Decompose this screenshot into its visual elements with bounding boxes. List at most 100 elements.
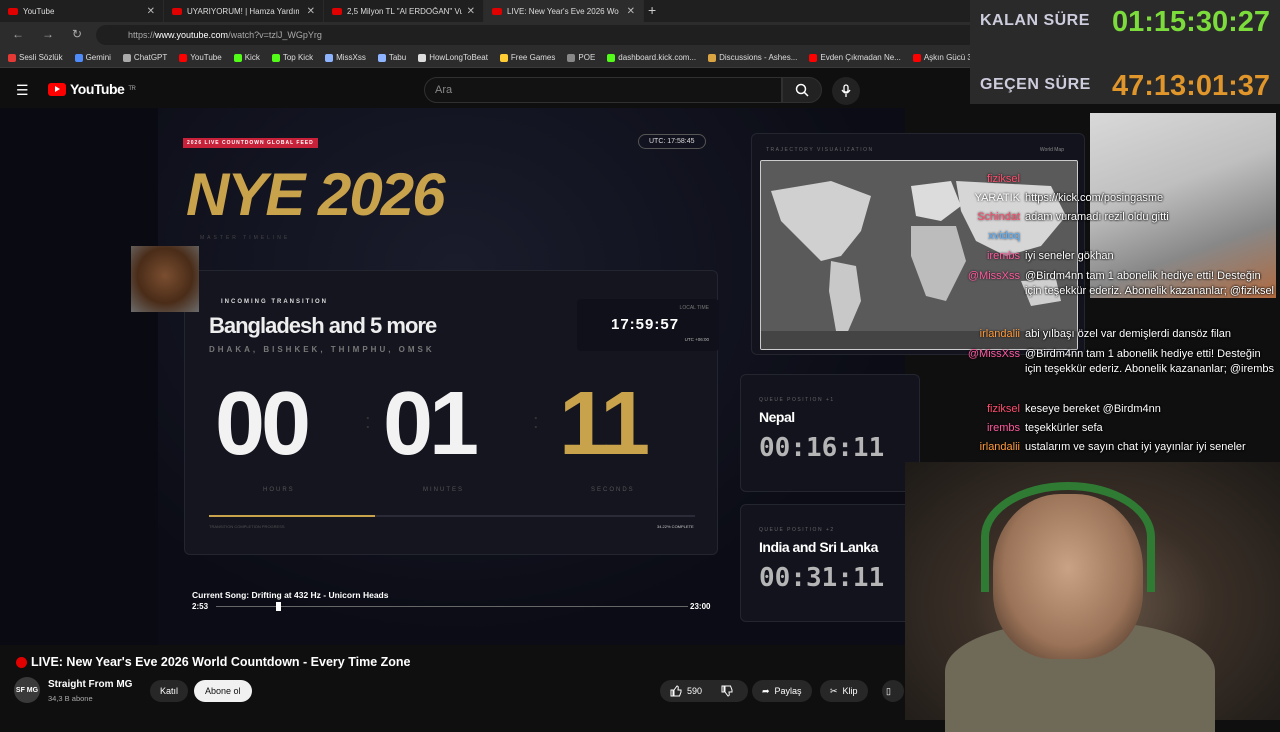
bookmark-favicon-icon [499,53,508,62]
bookmark-item[interactable]: HowLongToBeat [418,53,488,62]
chat-username: irlandalii [979,328,1020,340]
bookmark-label: dashboard.kick.com... [618,53,697,62]
queue-time: 00:31:11 [759,563,885,593]
transition-progress-bar [209,515,695,517]
queue-panel: QUEUE POSITION +2 India and Sri Lanka 00… [740,504,920,622]
bookmark-item[interactable]: Sesli Sözlük [8,53,63,62]
bookmark-label: Kick [244,53,260,62]
share-icon: ➦ [762,685,770,696]
tab-label: UYARIYORUM! | Hamza Yardımcıoğ [187,6,299,16]
channel-name[interactable]: Straight From MG [48,679,132,690]
city-list: DHAKA, BISHKEK, THIMPHU, OMSK [209,345,435,354]
song-elapsed: 2:53 [192,602,209,611]
bookmark-item[interactable]: ChatGPT [122,53,168,62]
chat-text: keseye bereket @Birdm4nn [1025,403,1161,415]
bookmark-favicon-icon [708,53,717,62]
transition-progress-fill [209,515,376,517]
back-arrow-icon[interactable]: ← [12,27,24,41]
browser-tab[interactable]: UYARIYORUM! | Hamza Yardımcıoğ ✕ [164,0,324,22]
like-count: 590 [687,686,703,696]
bookmark-item[interactable]: Gemini [74,53,111,62]
queue-panel: QUEUE POSITION +1 Nepal 00:16:11 [740,374,920,492]
countdown-panel: INCOMING TRANSITION Bangladesh and 5 mor… [184,270,719,555]
remaining-label: KALAN SÜRE [980,12,1090,29]
youtube-favicon-icon [172,7,182,15]
bookmark-favicon-icon [74,53,83,62]
search-input[interactable]: Ara [424,77,782,103]
chat-overlay: fiziksel YARATIK https://kick.com/posingas… [958,172,1278,462]
save-button[interactable]: ▯ [882,680,904,702]
voice-search-button[interactable] [832,77,860,105]
close-tab-icon[interactable]: ✕ [627,6,635,17]
tab-label: 2,5 Milyon TL "Al ERDOĞAN" Vu [347,6,462,16]
song-total: 23:00 [690,602,711,611]
chat-text: ustalarım ve sayın chat iyi yayınlar iyi… [1025,441,1246,453]
bookmark-label: Gemini [85,53,111,62]
reload-icon[interactable]: ↻ [72,27,82,41]
bookmark-favicon-icon [8,53,16,62]
browser-tab[interactable]: 2,5 Milyon TL "Al ERDOĞAN" Vu ✕ [324,0,484,22]
scissors-icon: ✂ [830,685,838,696]
chat-username: Schindat [977,211,1020,223]
browser-tab[interactable]: YouTube ✕ [0,0,164,22]
new-tab-icon[interactable]: + [648,2,656,18]
bookmark-label: ChatGPT [133,53,168,62]
chat-text: abi yılbaşı özel var demişlerdi dansöz f… [1025,328,1232,340]
hours-label: HOURS [263,487,295,493]
logo-text: YouTube [70,81,125,97]
bookmark-item[interactable]: Tabu [377,53,406,62]
webcam-feed [905,462,1280,732]
feed-badge: 2026 LIVE COUNTDOWN GLOBAL FEED [183,138,318,148]
video-player[interactable]: 2026 LIVE COUNTDOWN GLOBAL FEED NYE 2026… [0,108,1085,645]
bookmark-label: Discussions - Ashes... [719,53,798,62]
headline: NYE 2026 [186,161,446,228]
share-button[interactable]: ➦ Paylaş [752,680,812,702]
chat-text: @Birdm4nn tam 1 abonelik hediye etti! De… [1025,348,1275,375]
thumbs-down-icon[interactable] [721,685,733,697]
bookmark-item[interactable]: dashboard.kick.com... [607,53,696,62]
chat-username: xvidoq [988,230,1020,242]
clip-button[interactable]: ✂ Klip [820,680,868,702]
channel-avatar[interactable]: SF MG [14,677,40,703]
colon-separator: : [533,411,539,433]
subscribe-button[interactable]: Abone ol [194,680,252,702]
incoming-transition-label: INCOMING TRANSITION [221,299,328,305]
bookmark-item[interactable]: YouTube [179,53,222,62]
url-host: www.youtube.com [155,30,229,40]
bookmark-favicon-icon [912,53,921,62]
close-tab-icon[interactable]: ✕ [147,6,155,17]
chat-text: teşekkürler sefa [1025,422,1103,434]
bookmark-item[interactable]: Kick [233,53,260,62]
microphone-icon [841,84,851,97]
chat-username: @MissXss [967,348,1020,360]
youtube-logo[interactable]: YouTube TR [48,81,136,97]
bookmark-icon: ▯ [886,685,891,696]
chat-username: irembs [986,250,1020,262]
bookmark-item[interactable]: Free Games [499,53,555,62]
world-map-label: World Map [1039,147,1064,153]
bookmark-item[interactable]: POE [567,53,595,62]
url-field[interactable]: https://www.youtube.com/watch?v=tzlJ_WGp… [96,25,996,45]
forward-arrow-icon[interactable]: → [42,27,54,41]
seconds-label: SECONDS [591,487,635,493]
local-time: 17:59:57 [611,316,680,333]
region-name: Bangladesh and 5 more [209,313,437,338]
like-button[interactable]: 590 [660,680,748,702]
bookmark-favicon-icon [179,53,188,62]
bookmark-item[interactable]: Top Kick [271,53,313,62]
colon-separator: : [365,411,371,433]
browser-tab-active[interactable]: LIVE: New Year's Eve 2026 Wo ✕ [484,0,644,22]
join-button[interactable]: Katıl [150,680,189,702]
bookmark-item[interactable]: Evden Çıkmadan Ne... [809,53,901,62]
elapsed-time: 47:13:01:37 [1112,70,1270,102]
bookmark-favicon-icon [325,53,334,62]
bookmark-item[interactable]: Discussions - Ashes... [708,53,797,62]
chat-username: YARATIK [974,192,1020,204]
bookmark-item[interactable]: MissXss [325,53,366,62]
search-button[interactable] [782,77,822,103]
url-scheme: https:// [128,30,156,40]
song-progress-knob [276,602,281,611]
close-tab-icon[interactable]: ✕ [307,6,315,17]
menu-icon[interactable]: ☰ [16,82,30,99]
close-tab-icon[interactable]: ✕ [467,6,475,17]
